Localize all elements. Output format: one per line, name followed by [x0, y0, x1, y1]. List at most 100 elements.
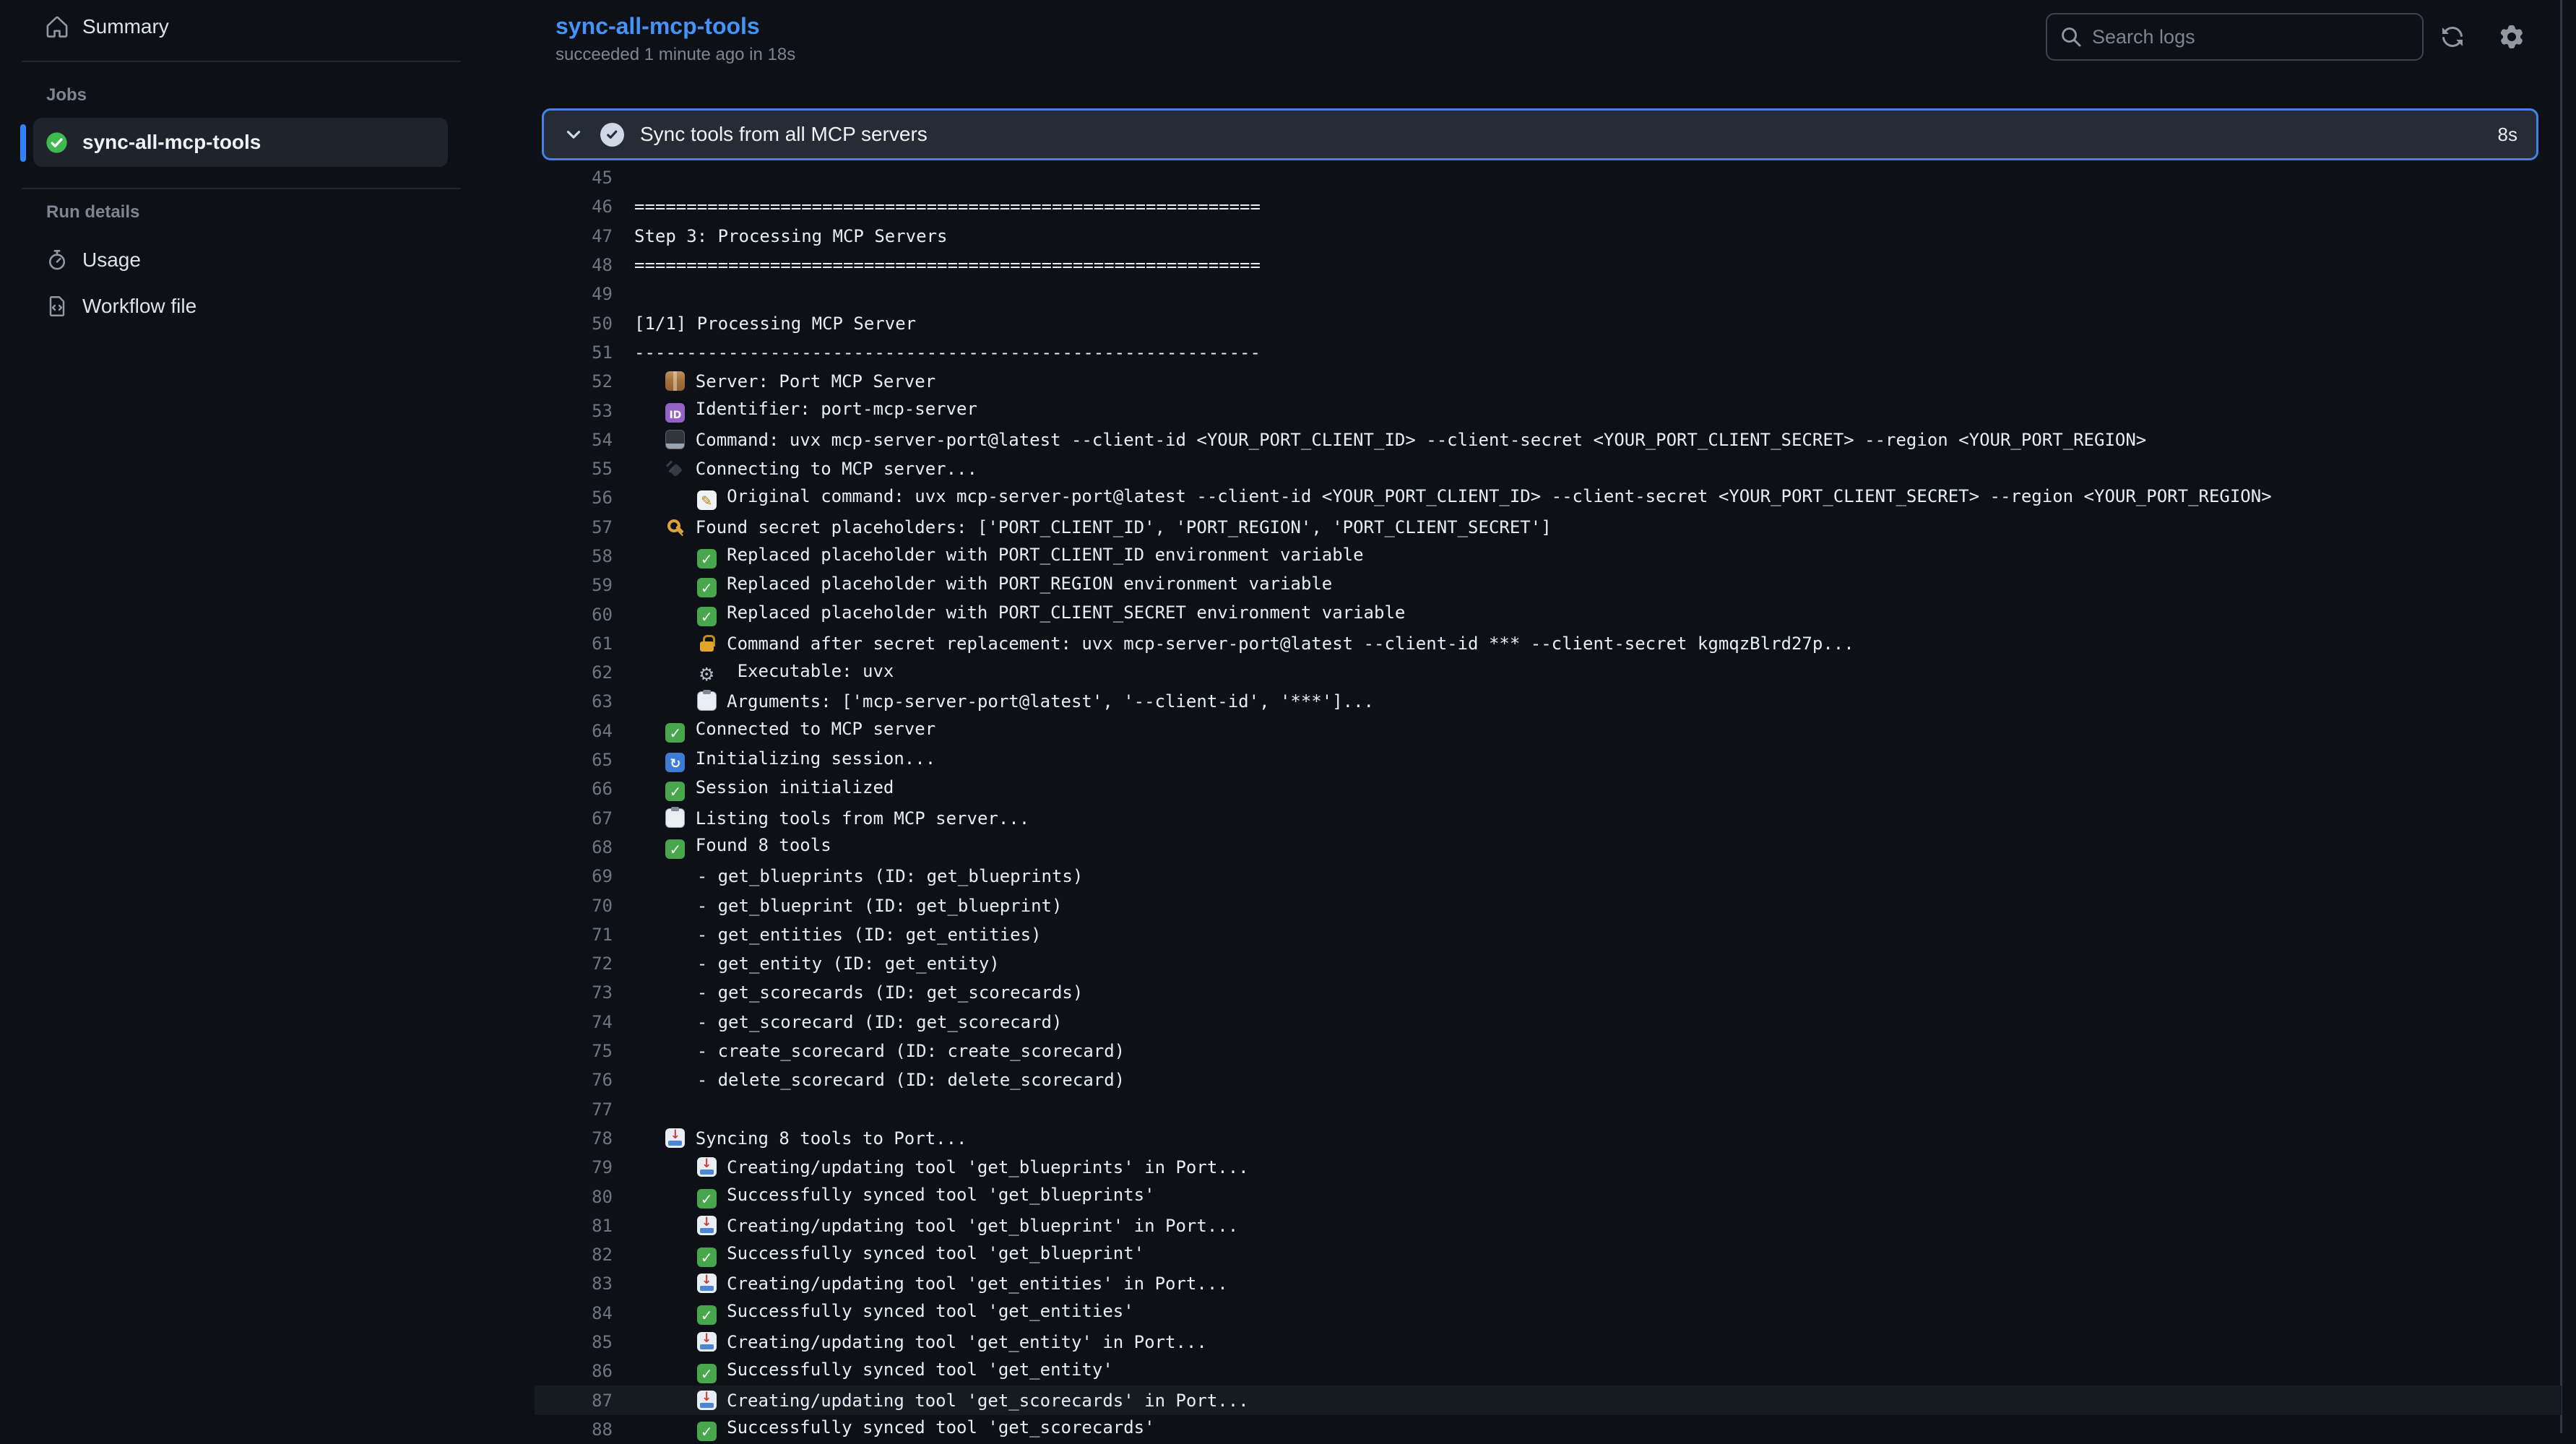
sidebar-job-item-sync-all-mcp-tools[interactable]: sync-all-mcp-tools: [33, 118, 448, 167]
log-line-text: Arguments: ['mcp-server-port@latest', '-…: [634, 691, 1374, 712]
log-line-number[interactable]: 47: [535, 226, 613, 246]
log-line: 85 Creating/updating tool 'get_entity' i…: [535, 1328, 2562, 1357]
log-line-text: Creating/updating tool 'get_blueprint' i…: [634, 1216, 1238, 1236]
chevron-down-icon[interactable]: [563, 124, 584, 145]
log-line-text: Found secret placeholders: ['PORT_CLIENT…: [634, 517, 1552, 537]
log-line: 67 Listing tools from MCP server...: [535, 804, 2562, 833]
log-line: 62 Executable: uvx: [535, 658, 2562, 687]
log-line-number[interactable]: 65: [535, 750, 613, 770]
log-settings-button[interactable]: [2492, 17, 2531, 56]
log-line: 45: [535, 163, 2562, 192]
log-line-number[interactable]: 88: [535, 1419, 613, 1440]
log-line-number[interactable]: 54: [535, 430, 613, 450]
log-line-text: Executable: uvx: [634, 661, 894, 684]
check-emoji-icon: [697, 1248, 717, 1267]
log-line-number[interactable]: 77: [535, 1099, 613, 1120]
refresh-icon: [2441, 25, 2464, 48]
job-status-summary: succeeded 1 minute ago in 18s: [556, 45, 795, 65]
log-line-text: Successfully synced tool 'get_blueprint': [634, 1243, 1144, 1267]
log-line-text: Found 8 tools: [634, 835, 831, 859]
log-line-number[interactable]: 71: [535, 925, 613, 945]
log-line-number[interactable]: 83: [535, 1274, 613, 1294]
job-name: sync-all-mcp-tools: [82, 131, 261, 154]
search-logs-input[interactable]: [2092, 26, 2409, 48]
log-line-number[interactable]: 46: [535, 196, 613, 217]
log-line-text: ========================================…: [634, 196, 1261, 217]
log-line-number[interactable]: 56: [535, 488, 613, 508]
log-line-number[interactable]: 55: [535, 459, 613, 479]
log-line-number[interactable]: 84: [535, 1303, 613, 1323]
log-line-text: ----------------------------------------…: [634, 342, 1261, 363]
log-line-number[interactable]: 50: [535, 314, 613, 334]
log-line-number[interactable]: 49: [535, 284, 613, 304]
log-line-text: Listing tools from MCP server...: [634, 808, 1029, 829]
log-line-text: - create_scorecard (ID: create_scorecard…: [634, 1041, 1125, 1061]
log-line-text: - get_entities (ID: get_entities): [634, 925, 1042, 945]
file-code-icon: [46, 295, 68, 317]
log-line-number[interactable]: 82: [535, 1245, 613, 1265]
log-line-text: Syncing 8 tools to Port...: [634, 1128, 967, 1149]
log-line-number[interactable]: 64: [535, 721, 613, 741]
log-step-header[interactable]: Sync tools from all MCP servers 8s: [542, 108, 2538, 160]
check-emoji-icon: [697, 549, 717, 568]
log-line-text: [1/1] Processing MCP Server: [634, 314, 916, 334]
log-line-text: Identifier: port-mcp-server: [634, 399, 977, 423]
gear-icon: [2500, 25, 2523, 48]
log-line-number[interactable]: 87: [535, 1391, 613, 1411]
log-line-number[interactable]: 85: [535, 1332, 613, 1352]
log-line-number[interactable]: 79: [535, 1157, 613, 1177]
log-line: 64 Connected to MCP server: [535, 717, 2562, 745]
log-line-number[interactable]: 68: [535, 837, 613, 857]
log-line-number[interactable]: 53: [535, 401, 613, 421]
log-line-number[interactable]: 86: [535, 1361, 613, 1381]
log-line-number[interactable]: 80: [535, 1187, 613, 1207]
log-line-number[interactable]: 75: [535, 1041, 613, 1061]
log-line-number[interactable]: 48: [535, 255, 613, 275]
log-line-text: - get_blueprint (ID: get_blueprint): [634, 896, 1062, 916]
log-line-number[interactable]: 69: [535, 866, 613, 886]
log-viewer: 45 46 ====================================…: [535, 163, 2562, 1444]
page-title: sync-all-mcp-tools: [556, 13, 760, 40]
log-line-text: Replaced placeholder with PORT_CLIENT_ID…: [634, 545, 1364, 568]
log-line-number[interactable]: 51: [535, 342, 613, 363]
log-line-number[interactable]: 45: [535, 168, 613, 188]
sidebar-divider: [22, 188, 461, 189]
log-line-text: - get_scorecards (ID: get_scorecards): [634, 982, 1083, 1003]
log-line: 46 ======================================…: [535, 192, 2562, 221]
log-line-number[interactable]: 57: [535, 517, 613, 537]
refresh-logs-button[interactable]: [2433, 17, 2472, 56]
log-line-text: Replaced placeholder with PORT_REGION en…: [634, 574, 1332, 597]
log-line-number[interactable]: 73: [535, 982, 613, 1003]
log-line-number[interactable]: 59: [535, 575, 613, 595]
sidebar-item-summary[interactable]: Summary: [46, 7, 169, 47]
log-line-number[interactable]: 66: [535, 779, 613, 799]
clipboard-emoji-icon: [697, 691, 717, 711]
log-line-number[interactable]: 81: [535, 1216, 613, 1236]
sidebar-item-workflow-file[interactable]: Workflow file: [46, 286, 196, 327]
log-line-number[interactable]: 62: [535, 662, 613, 683]
log-line-number[interactable]: 70: [535, 896, 613, 916]
check-emoji-icon: [697, 1364, 717, 1383]
log-line-number[interactable]: 78: [535, 1128, 613, 1149]
sidebar-item-usage[interactable]: Usage: [46, 240, 141, 280]
log-line-text: Server: Port MCP Server: [634, 371, 935, 392]
log-line-text: Creating/updating tool 'get_scorecards' …: [634, 1391, 1249, 1411]
log-line: 68 Found 8 tools: [535, 833, 2562, 862]
step-title: Sync tools from all MCP servers: [640, 123, 928, 146]
log-line-number[interactable]: 72: [535, 954, 613, 974]
log-line: 50 [1/1] Processing MCP Server: [535, 308, 2562, 337]
log-line-number[interactable]: 63: [535, 691, 613, 712]
log-line-number[interactable]: 52: [535, 371, 613, 392]
log-line-number[interactable]: 61: [535, 634, 613, 654]
log-line-text: Successfully synced tool 'get_blueprints…: [634, 1185, 1155, 1209]
log-line: 86 Successfully synced tool 'get_entity': [535, 1357, 2562, 1385]
log-line-number[interactable]: 76: [535, 1070, 613, 1090]
log-line-number[interactable]: 67: [535, 808, 613, 829]
log-line-number[interactable]: 58: [535, 546, 613, 566]
log-line: 70 - get_blueprint (ID: get_blueprint): [535, 891, 2562, 920]
plug-emoji-icon: [665, 459, 685, 478]
log-line-number[interactable]: 60: [535, 605, 613, 625]
key-emoji-icon: [665, 517, 685, 537]
log-line-text: Step 3: Processing MCP Servers: [634, 226, 947, 246]
log-line-number[interactable]: 74: [535, 1012, 613, 1032]
